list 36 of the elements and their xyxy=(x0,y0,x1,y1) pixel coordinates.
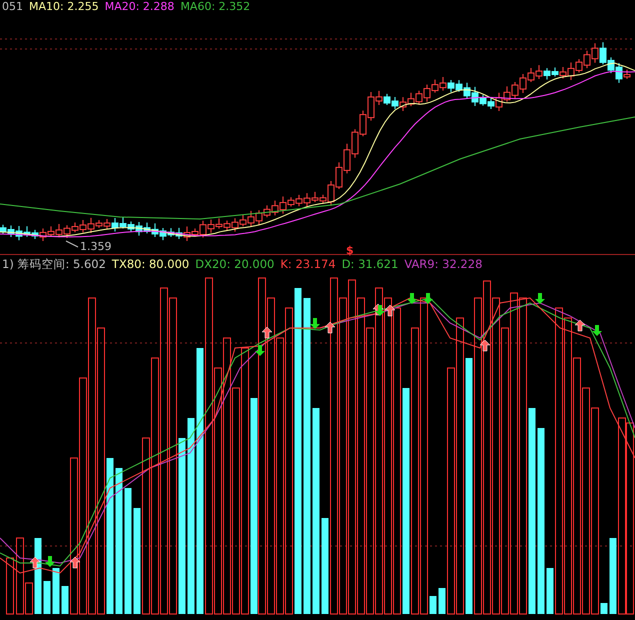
legend-label: VAR9: 32.228 xyxy=(404,256,482,273)
legend-label: MA10: 2.255 xyxy=(29,0,99,14)
legend-label: D: 31.621 xyxy=(342,256,398,273)
legend-label: 1) 筹码空间: 5.602 xyxy=(2,256,106,273)
legend-label: TX80: 80.000 xyxy=(112,256,190,273)
legend-label: MA60: 2.352 xyxy=(180,0,250,14)
legend-label: 051 xyxy=(2,0,23,14)
indicator-bar xyxy=(600,603,608,614)
up-arrow-icon xyxy=(384,304,396,316)
down-arrow-icon xyxy=(45,556,55,567)
legend-label: K: 23.174 xyxy=(280,256,336,273)
legend-label: MA20: 2.288 xyxy=(104,0,174,14)
indicator-bar xyxy=(6,558,14,614)
up-arrow-icon xyxy=(30,556,40,568)
up-arrow-icon xyxy=(480,340,490,352)
indicator-bar xyxy=(62,586,68,614)
indicator-bar xyxy=(430,596,436,614)
indicator-bar xyxy=(52,568,60,614)
down-arrow-icon xyxy=(423,293,433,304)
marker-label: $ xyxy=(346,244,354,257)
down-arrow-icon xyxy=(407,293,417,304)
down-arrow-icon xyxy=(375,305,385,316)
down-arrow-icon xyxy=(255,345,265,356)
down-arrow-icon xyxy=(535,293,545,304)
low-price-label: 1.359 xyxy=(80,240,112,253)
down-arrow-icon xyxy=(592,325,602,336)
indicator-bar xyxy=(44,581,50,614)
down-arrow-icon xyxy=(310,318,320,329)
up-arrow-icon xyxy=(262,326,272,338)
indicator-bar xyxy=(546,568,554,614)
legend-label: DX20: 20.000 xyxy=(195,256,274,273)
up-arrow-icon xyxy=(324,322,336,334)
indicator-bar xyxy=(438,588,446,614)
up-arrow-icon xyxy=(574,320,586,332)
up-arrow-icon xyxy=(70,556,80,568)
leader-line xyxy=(66,240,78,248)
